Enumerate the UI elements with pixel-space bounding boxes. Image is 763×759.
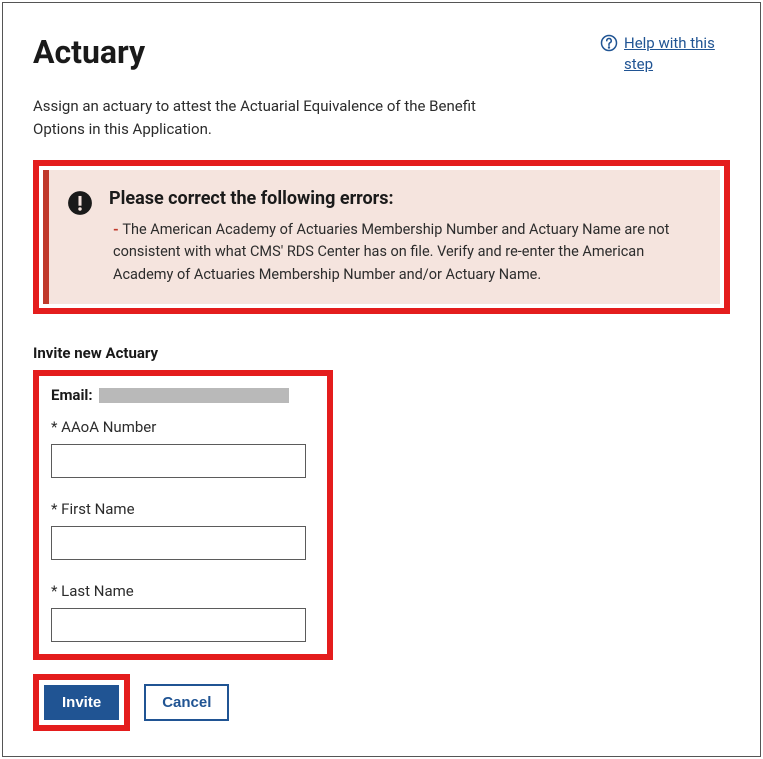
last-name-label: * Last Name [51, 582, 315, 600]
first-name-label: * First Name [51, 500, 315, 518]
first-name-field-group: * First Name [51, 500, 315, 560]
form-highlight-box: Email: * AAoA Number * First Name * Last… [33, 370, 333, 660]
page-title: Actuary [33, 33, 145, 71]
error-highlight-box: Please correct the following errors: - T… [33, 160, 730, 314]
email-redacted [99, 388, 289, 403]
email-label: Email: [51, 386, 93, 404]
error-alert-icon [67, 190, 93, 216]
error-content: Please correct the following errors: - T… [109, 188, 700, 286]
first-name-input[interactable] [51, 526, 306, 560]
last-name-input[interactable] [51, 608, 306, 642]
header-row: Actuary Help with this step [33, 33, 730, 75]
last-name-field-group: * Last Name [51, 582, 315, 642]
aaoa-number-input[interactable] [51, 444, 306, 478]
error-title: Please correct the following errors: [109, 188, 700, 209]
help-icon [600, 34, 618, 52]
help-link-text: Help with this step [624, 33, 730, 75]
aaoa-label: * AAoA Number [51, 418, 315, 436]
page-container: Actuary Help with this step Assign an ac… [2, 2, 761, 757]
email-row: Email: [51, 386, 315, 404]
error-list: - The American Academy of Actuaries Memb… [109, 219, 700, 286]
invite-section-title: Invite new Actuary [33, 344, 730, 362]
error-item-text: The American Academy of Actuaries Member… [113, 221, 669, 283]
cancel-button[interactable]: Cancel [144, 684, 229, 721]
aaoa-field-group: * AAoA Number [51, 418, 315, 478]
invite-button[interactable]: Invite [44, 685, 119, 720]
button-row: Invite Cancel [33, 674, 730, 731]
help-link[interactable]: Help with this step [600, 33, 730, 75]
error-banner: Please correct the following errors: - T… [43, 170, 720, 304]
page-description: Assign an actuary to attest the Actuaria… [33, 95, 513, 140]
error-item-bullet: - [113, 221, 122, 238]
invite-highlight-box: Invite [33, 674, 130, 731]
